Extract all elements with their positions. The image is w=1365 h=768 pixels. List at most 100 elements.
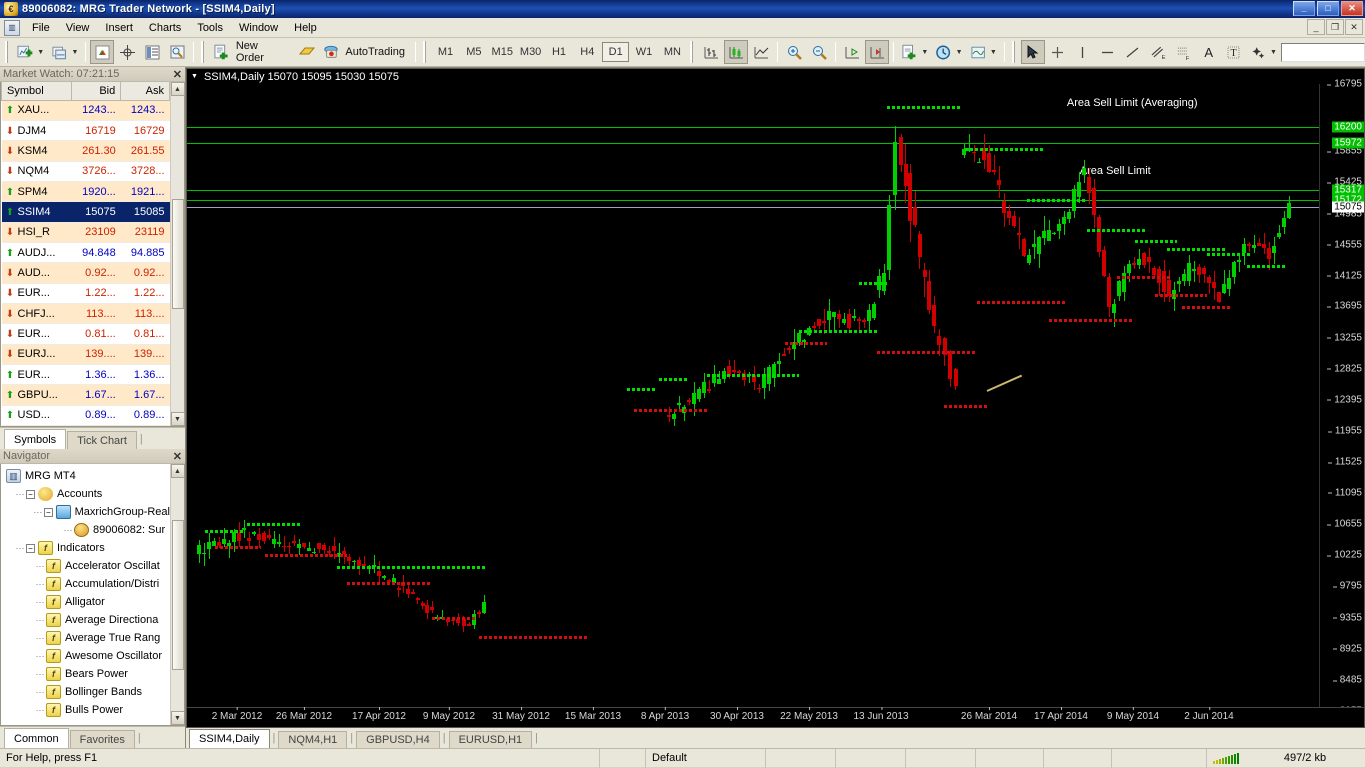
line-chart-button[interactable] bbox=[749, 40, 773, 64]
cursor-tool-button[interactable] bbox=[1020, 40, 1045, 64]
table-row[interactable]: ⬇ EURJ... 139.... 139.... bbox=[1, 344, 170, 365]
time-scale[interactable]: 2 Mar 2012 26 Mar 2012 17 Apr 2012 9 May 20… bbox=[187, 707, 1364, 727]
chart-minimize-icon[interactable]: ▼ bbox=[191, 73, 198, 80]
table-row[interactable]: ⬇ EUR... 1.22... 1.22... bbox=[1, 283, 170, 304]
table-row[interactable]: ⬇ DJM4 16719 16729 bbox=[1, 120, 170, 142]
chart-annotation-label[interactable]: Area Sell Limit bbox=[1080, 165, 1151, 177]
periodicity-button[interactable]: ▼ bbox=[932, 40, 965, 64]
table-row[interactable]: ⬆ XAU... 1243... 1243... bbox=[1, 100, 170, 121]
auto-scroll-button[interactable] bbox=[840, 40, 864, 64]
nav-scroll-down-button[interactable]: ▼ bbox=[170, 711, 184, 725]
timeframe-h1[interactable]: H1 bbox=[545, 42, 572, 62]
market-watch-close-icon[interactable]: ✕ bbox=[173, 68, 182, 81]
periodicity-caret-icon[interactable]: ▼ bbox=[956, 49, 963, 56]
timeframe-m15[interactable]: M15 bbox=[489, 42, 516, 62]
timeframe-w1[interactable]: W1 bbox=[630, 42, 657, 62]
horizontal-level-line[interactable] bbox=[187, 190, 1319, 192]
menu-item-window[interactable]: Window bbox=[231, 20, 286, 36]
maximize-button[interactable]: □ bbox=[1317, 1, 1339, 16]
list-item[interactable]: ⋯ f Accumulation/Distri bbox=[4, 575, 170, 593]
toolbar-grip-charts[interactable] bbox=[201, 41, 207, 63]
table-row[interactable]: ⬆ SPM4 1920... 1921... bbox=[1, 181, 170, 203]
bar-chart-button[interactable] bbox=[699, 40, 723, 64]
toolbar-grip-standard[interactable] bbox=[5, 41, 10, 63]
arrows-caret-icon[interactable]: ▼ bbox=[1270, 49, 1277, 56]
scroll-down-button[interactable]: ▼ bbox=[170, 412, 185, 426]
list-item[interactable]: ⋯ f Bulls Power bbox=[4, 701, 170, 719]
timeframe-mn[interactable]: MN bbox=[659, 42, 686, 62]
table-row[interactable]: ⬇ EUR... 0.81... 0.81... bbox=[1, 323, 170, 345]
table-row[interactable]: ⬆ USD... 0.89... 0.89... bbox=[1, 405, 170, 427]
chart-plot-area[interactable]: Area Sell Limit (Averaging) Area Sell Lim… bbox=[187, 84, 1319, 707]
horizontal-line-button[interactable] bbox=[1096, 40, 1120, 64]
list-item[interactable]: ⋯ f Alligator bbox=[4, 593, 170, 611]
profiles-caret-icon[interactable]: ▼ bbox=[71, 49, 78, 56]
new-chart-button[interactable]: ▼ bbox=[14, 40, 47, 64]
table-row[interactable]: ⬆ EUR... 1.36... 1.36... bbox=[1, 364, 170, 386]
candlestick-chart-button[interactable] bbox=[724, 40, 748, 64]
vertical-line-button[interactable] bbox=[1071, 40, 1095, 64]
zoom-in-button[interactable] bbox=[782, 40, 806, 64]
chart-tab-gbpusd-h4[interactable]: GBPUSD,H4 bbox=[356, 731, 440, 748]
tree-item-root[interactable]: ▥ MRG MT4 bbox=[4, 467, 170, 485]
tree-collapse-icon[interactable]: − bbox=[26, 489, 35, 499]
nav-scroll-thumb[interactable] bbox=[171, 519, 184, 670]
chart-tab-eurusd-h1[interactable]: EURUSD,H1 bbox=[448, 731, 533, 748]
tree-item-server[interactable]: ⋯ − MaxrichGroup-Real bbox=[4, 503, 170, 521]
fibonacci-button[interactable]: F bbox=[1171, 40, 1196, 64]
tab-favorites[interactable]: Favorites bbox=[69, 730, 135, 748]
child-minimize-button[interactable]: _ bbox=[1307, 19, 1325, 35]
data-window-button[interactable] bbox=[115, 40, 139, 64]
chart-tab-nqm4-h1[interactable]: NQM4,H1 bbox=[278, 731, 348, 748]
column-header-ask[interactable]: Ask bbox=[120, 82, 170, 101]
toolbar-grip-chartstyle[interactable] bbox=[690, 41, 695, 63]
column-header-symbol[interactable]: Symbol bbox=[0, 82, 73, 101]
market-watch-scrollbar[interactable]: ▲ ▼ bbox=[170, 82, 185, 426]
templates-button[interactable]: ▼ bbox=[967, 40, 1000, 64]
horizontal-level-line[interactable] bbox=[187, 126, 1319, 128]
arrows-button[interactable]: ▼ bbox=[1247, 40, 1280, 64]
profiles-button[interactable]: ▼ bbox=[48, 40, 81, 64]
templates-caret-icon[interactable]: ▼ bbox=[990, 49, 997, 56]
tree-collapse-icon-server[interactable]: − bbox=[43, 507, 53, 517]
navigator-scrollbar[interactable]: ▲ ▼ bbox=[170, 464, 184, 725]
chart-shift-button[interactable] bbox=[865, 40, 889, 64]
crosshair-tool-button[interactable] bbox=[1046, 40, 1070, 64]
metaeditor-button[interactable] bbox=[295, 40, 319, 64]
toolbar-grip-periodicity[interactable] bbox=[422, 41, 428, 63]
list-item[interactable]: ⋯ f Bears Power bbox=[4, 665, 170, 683]
table-row[interactable]: ⬆ GBPU... 1.67... 1.67... bbox=[1, 384, 170, 406]
tree-item-account[interactable]: ⋯ 89006082: Sur bbox=[4, 521, 170, 539]
tab-common[interactable]: Common bbox=[4, 728, 69, 748]
menu-item-insert[interactable]: Insert bbox=[97, 20, 141, 36]
horizontal-level-line[interactable] bbox=[187, 207, 1319, 209]
column-header-bid[interactable]: Bid bbox=[71, 82, 122, 101]
table-row[interactable]: ⬆ AUDJ... 94.848 94.885 bbox=[1, 242, 170, 264]
indicators-button[interactable]: ▼ bbox=[898, 40, 931, 64]
table-row[interactable]: ⬇ AUD... 0.92... 0.92... bbox=[1, 262, 170, 284]
table-row[interactable]: ⬇ HSI_R 23109 23119 bbox=[1, 222, 170, 243]
chart-annotation-label[interactable]: Area Sell Limit (Averaging) bbox=[1067, 97, 1198, 109]
child-restore-button[interactable]: ❐ bbox=[1326, 19, 1344, 35]
tree-item-accounts[interactable]: ⋯ − Accounts bbox=[4, 485, 170, 503]
tab-symbols[interactable]: Symbols bbox=[4, 429, 67, 449]
menu-item-tools[interactable]: Tools bbox=[189, 20, 231, 36]
indicators-caret-icon[interactable]: ▼ bbox=[921, 49, 928, 56]
terminal-button[interactable] bbox=[165, 40, 189, 64]
market-watch-button[interactable] bbox=[90, 40, 115, 64]
trendline-button[interactable] bbox=[1121, 40, 1145, 64]
menu-item-help[interactable]: Help bbox=[286, 20, 325, 36]
equidistant-channel-button[interactable]: E bbox=[1146, 40, 1171, 64]
text-tool-button[interactable]: A bbox=[1197, 40, 1221, 64]
chart-tab-ssim4-daily[interactable]: SSIM4,Daily bbox=[189, 729, 270, 748]
menu-item-charts[interactable]: Charts bbox=[141, 20, 189, 36]
list-item[interactable]: ⋯ f Average True Rang bbox=[4, 629, 170, 647]
toolbar-grip-lines[interactable] bbox=[1011, 41, 1017, 63]
child-close-button[interactable]: ✕ bbox=[1345, 19, 1363, 35]
navigator-close-icon[interactable]: ✕ bbox=[173, 450, 182, 463]
timeframe-m1[interactable]: M1 bbox=[432, 42, 459, 62]
connection-strength-indicator[interactable] bbox=[1207, 749, 1245, 768]
horizontal-level-line[interactable] bbox=[187, 143, 1319, 145]
zoom-out-button[interactable] bbox=[807, 40, 831, 64]
search-input[interactable] bbox=[1280, 42, 1365, 62]
